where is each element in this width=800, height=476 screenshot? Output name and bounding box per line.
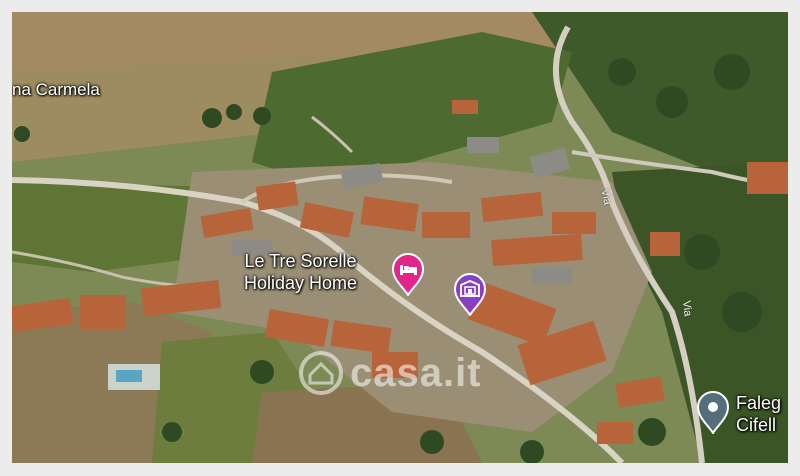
poi-label-le-tre-sorelle[interactable]: Le Tre Sorelle Holiday Home	[244, 250, 357, 294]
poi-label-line2: Cifell	[736, 415, 777, 435]
building-marker[interactable]	[453, 272, 487, 318]
poi-label-line1: Le Tre Sorelle	[244, 251, 357, 271]
hotel-marker[interactable]	[391, 252, 425, 298]
location-pin-icon	[696, 391, 730, 436]
location-marker[interactable]	[696, 390, 730, 436]
watermark-text: casa.it	[350, 350, 482, 395]
map-frame[interactable]: na Carmela Via Via Le Tre Sorelle Holida…	[12, 12, 788, 463]
road-label-via-2: Via	[680, 300, 694, 317]
casa-watermark: casa.it	[298, 350, 482, 396]
building-icon	[453, 273, 487, 318]
house-logo-icon	[299, 351, 343, 395]
place-label-carmela: na Carmela	[12, 80, 100, 99]
hotel-bed-icon	[391, 253, 425, 298]
poi-label-line1: Faleg	[736, 393, 782, 413]
poi-label-faleg[interactable]: Faleg Cifell	[736, 392, 781, 436]
poi-label-line2: Holiday Home	[244, 273, 358, 293]
